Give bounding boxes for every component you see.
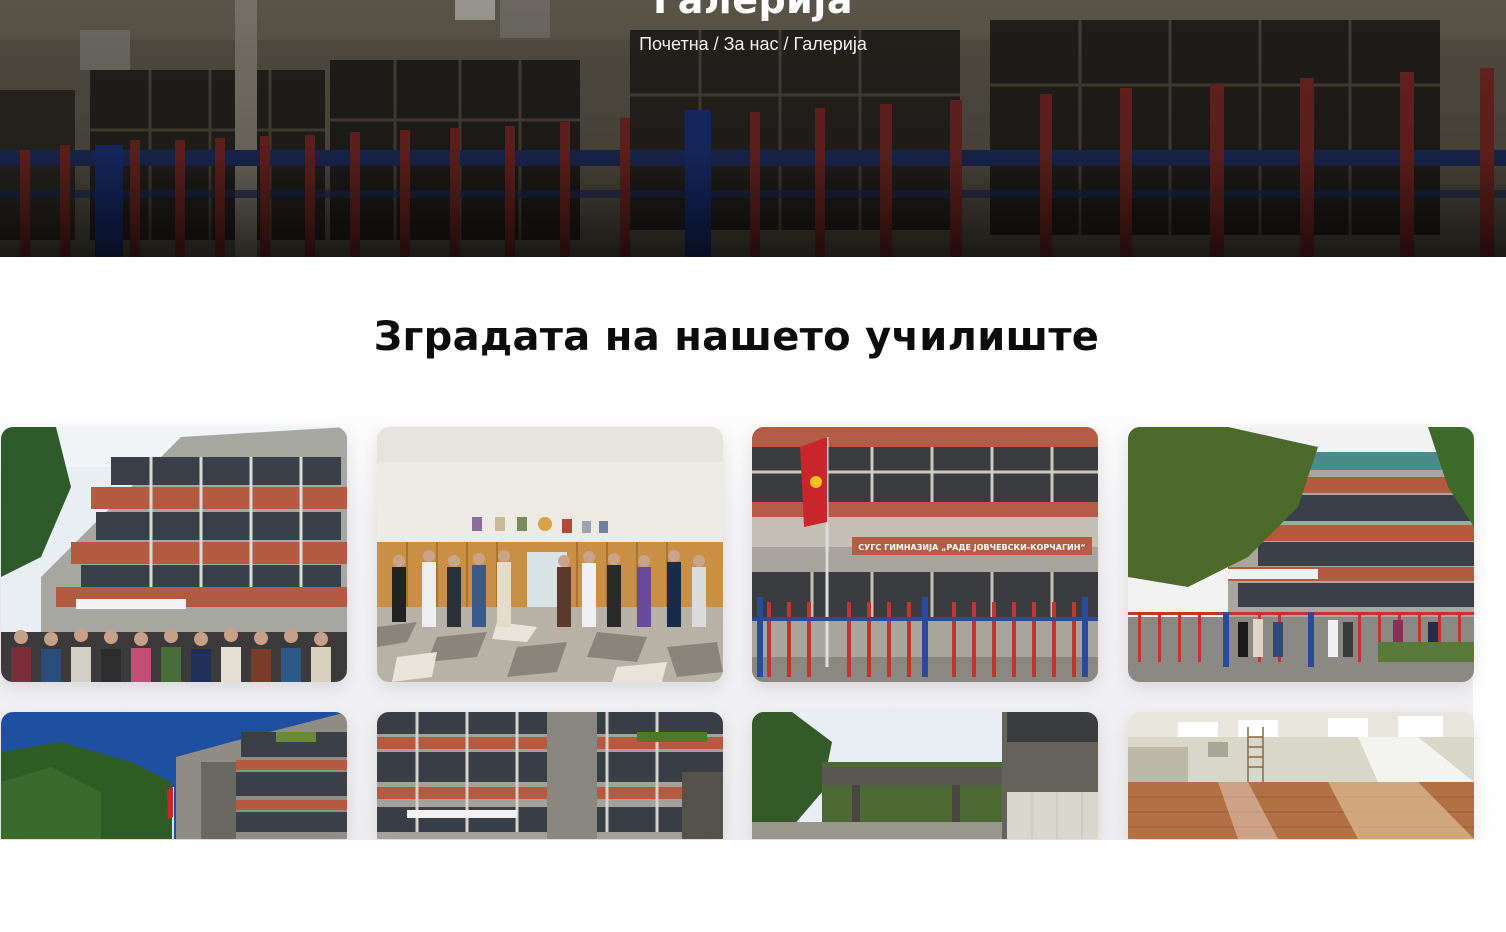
gallery-image-5[interactable] <box>1 712 347 839</box>
gallery-image-8[interactable] <box>1128 712 1474 839</box>
breadcrumb: Почетна / За нас / Галерија <box>0 34 1506 55</box>
gallery-image-3[interactable]: СУГС ГИМНАЗИЈА „РАДЕ ЈОВЧЕВСКИ-КОРЧАГИН“ <box>752 427 1098 682</box>
school-building-photo <box>1 427 347 682</box>
gallery-image-6[interactable] <box>377 712 723 839</box>
school-building-flag-photo <box>1 712 347 839</box>
school-sign-text: СУГС ГИМНАЗИЈА „РАДЕ ЈОВЧЕВСКИ-КОРЧАГИН“ <box>858 543 1085 552</box>
page-bottom-area <box>0 840 1506 932</box>
page-title: Галерија <box>653 0 853 22</box>
sports-hall-photo <box>1128 712 1474 839</box>
gallery-image-1[interactable] <box>1 427 347 682</box>
gallery-section-heading: Зградата на нашето училиште <box>373 314 1100 360</box>
breadcrumb-link-home[interactable]: Почетна <box>639 34 709 54</box>
page-hero-banner: Галерија Почетна / За нас / Галерија <box>0 0 1506 257</box>
school-hall-photo <box>377 427 723 682</box>
school-yard-photo <box>1128 427 1474 682</box>
gallery-image-7[interactable] <box>752 712 1098 839</box>
school-gate-photo <box>752 712 1098 839</box>
gallery-image-2[interactable] <box>377 427 723 682</box>
breadcrumb-separator: / <box>708 34 724 54</box>
breadcrumb-separator: / <box>778 34 794 54</box>
school-facade-photo <box>377 712 723 839</box>
breadcrumb-link-about[interactable]: За нас <box>724 34 779 54</box>
breadcrumb-current: Галерија <box>793 34 867 54</box>
gallery-image-4[interactable] <box>1128 427 1474 682</box>
school-entrance-flag-photo: СУГС ГИМНАЗИЈА „РАДЕ ЈОВЧЕВСКИ-КОРЧАГИН“ <box>752 427 1098 682</box>
